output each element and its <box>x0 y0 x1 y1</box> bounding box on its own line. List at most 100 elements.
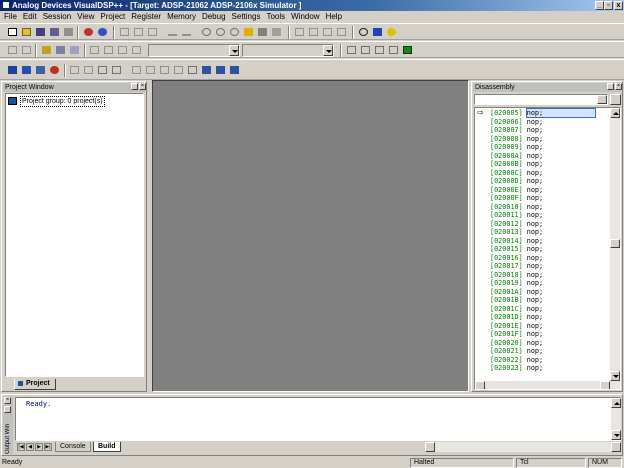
tab-last-icon[interactable]: ▶| <box>44 443 52 451</box>
target-select[interactable] <box>242 44 334 57</box>
disassembly-line[interactable]: [020011] nop; <box>490 211 543 219</box>
menu-debug[interactable]: Debug <box>199 11 229 23</box>
close-icon[interactable]: × <box>139 83 146 90</box>
restart-button[interactable] <box>20 64 33 76</box>
window-cascade-button[interactable] <box>345 44 358 56</box>
project-add-button[interactable] <box>40 44 53 56</box>
undo-button[interactable] <box>166 26 179 38</box>
menu-memory[interactable]: Memory <box>164 11 199 23</box>
menu-session[interactable]: Session <box>40 11 74 23</box>
run-button[interactable] <box>48 64 61 76</box>
address-combo[interactable] <box>474 94 608 105</box>
scroll-down-button[interactable] <box>610 371 620 381</box>
bookmark-prev-button[interactable] <box>270 26 283 38</box>
disassembly-line[interactable]: [020014] nop; <box>490 237 543 245</box>
disassembly-line[interactable]: [020017] nop; <box>490 262 543 270</box>
disassembly-line[interactable]: [02000D] nop; <box>490 177 543 185</box>
menu-file[interactable]: File <box>0 11 20 23</box>
disassembly-line[interactable]: [020018] nop; <box>490 271 543 279</box>
menu-view[interactable]: View <box>74 11 97 23</box>
bookmark-button[interactable] <box>242 26 255 38</box>
menu-project[interactable]: Project <box>97 11 128 23</box>
disassembly-line[interactable]: [02001E] nop; <box>490 322 543 330</box>
disassembly-view-button[interactable] <box>200 64 213 76</box>
disassembly-line[interactable]: [02000E] nop; <box>490 186 543 194</box>
find-next-button[interactable] <box>214 26 227 38</box>
disassembly-line[interactable]: [020006] nop; <box>490 118 543 126</box>
disassembly-line[interactable]: [02001C] nop; <box>490 305 543 313</box>
window-tile-button[interactable] <box>359 44 372 56</box>
disassembly-line[interactable]: [020005] nop; <box>490 108 597 118</box>
disassembly-line[interactable]: [020019] nop; <box>490 279 543 287</box>
memory-view-button[interactable] <box>228 64 241 76</box>
disassembly-line[interactable]: [020009] nop; <box>490 143 543 151</box>
open-file-button[interactable] <box>20 26 33 38</box>
disassembly-line[interactable]: [020020] nop; <box>490 339 543 347</box>
close-icon[interactable]: × <box>615 83 622 90</box>
save-button[interactable] <box>34 26 47 38</box>
cut-button[interactable] <box>118 26 131 38</box>
disassembly-line[interactable]: [020022] nop; <box>490 356 543 364</box>
menu-register[interactable]: Register <box>128 11 164 23</box>
maximize-button[interactable]: ▫ <box>604 1 613 10</box>
disassembly-line[interactable]: [02001B] nop; <box>490 296 543 304</box>
tab-build[interactable]: Build <box>93 442 121 452</box>
build-button[interactable] <box>82 26 95 38</box>
tab-console[interactable]: Console <box>55 442 91 452</box>
scroll-right-button[interactable] <box>600 381 610 389</box>
disassembly-line[interactable]: [020013] nop; <box>490 228 543 236</box>
step-out-button[interactable] <box>321 26 334 38</box>
redo-button[interactable] <box>180 26 193 38</box>
disassembly-line[interactable]: [020012] nop; <box>490 220 543 228</box>
project-file-button[interactable] <box>68 44 81 56</box>
disassembly-line[interactable]: [02000F] nop; <box>490 194 543 202</box>
menu-edit[interactable]: Edit <box>20 11 40 23</box>
disassembly-line[interactable]: [02000A] nop; <box>490 152 543 160</box>
project-options-button[interactable] <box>54 44 67 56</box>
disassembly-listing[interactable]: ⇨ [020005] nop; [020006] nop; [020007] nop; [0… <box>474 107 621 390</box>
bookmark-next-button[interactable] <box>256 26 269 38</box>
help-search-button[interactable] <box>357 26 370 38</box>
vertical-scrollbar[interactable] <box>610 108 620 381</box>
outdent-button[interactable] <box>20 44 33 56</box>
reset-button[interactable] <box>6 64 19 76</box>
minimize-button[interactable]: _ <box>595 1 604 10</box>
step-into-button[interactable] <box>130 64 143 76</box>
disassembly-line[interactable]: [020023] nop; <box>490 364 543 372</box>
run-to-cursor-button[interactable] <box>335 26 348 38</box>
register-view-button[interactable] <box>214 64 227 76</box>
scroll-thumb[interactable] <box>610 239 620 248</box>
disassembly-line[interactable]: [02001F] nop; <box>490 330 543 338</box>
restore-icon[interactable] <box>607 83 614 90</box>
disassembly-line[interactable]: [020008] nop; <box>490 135 543 143</box>
scroll-down-button[interactable] <box>611 430 621 440</box>
go-button[interactable] <box>610 94 621 105</box>
window-new-button[interactable] <box>401 44 414 56</box>
load-button[interactable] <box>34 64 47 76</box>
output-text-area[interactable]: Ready. <box>15 397 621 441</box>
help-button[interactable] <box>385 26 398 38</box>
chevron-down-icon[interactable] <box>229 45 239 56</box>
scroll-left-button[interactable] <box>475 381 485 389</box>
scroll-right-button[interactable] <box>611 442 621 452</box>
run-to-button[interactable] <box>172 64 185 76</box>
find-prev-button[interactable] <box>228 26 241 38</box>
chevron-down-icon[interactable] <box>597 95 607 104</box>
menu-window[interactable]: Window <box>288 11 322 23</box>
disassembly-line[interactable]: [02001D] nop; <box>490 313 543 321</box>
step-out-debug-button[interactable] <box>158 64 171 76</box>
build-project-button[interactable] <box>116 44 129 56</box>
horizontal-scrollbar-track[interactable] <box>475 381 620 389</box>
project-tree[interactable]: Project group: 0 project(s) <box>5 93 144 377</box>
disassembly-line[interactable]: [020021] nop; <box>490 347 543 355</box>
paste-button[interactable] <box>146 26 159 38</box>
scroll-up-button[interactable] <box>611 398 621 408</box>
save-all-button[interactable] <box>48 26 61 38</box>
new-file-button[interactable] <box>6 26 19 38</box>
restore-icon[interactable] <box>4 406 11 413</box>
print-button[interactable] <box>62 26 75 38</box>
tab-next-icon[interactable]: ▶ <box>35 443 43 451</box>
tab-project[interactable]: Project <box>14 379 56 390</box>
disassembly-line[interactable]: [020015] nop; <box>490 245 543 253</box>
disassembly-line[interactable]: [020010] nop; <box>490 203 543 211</box>
